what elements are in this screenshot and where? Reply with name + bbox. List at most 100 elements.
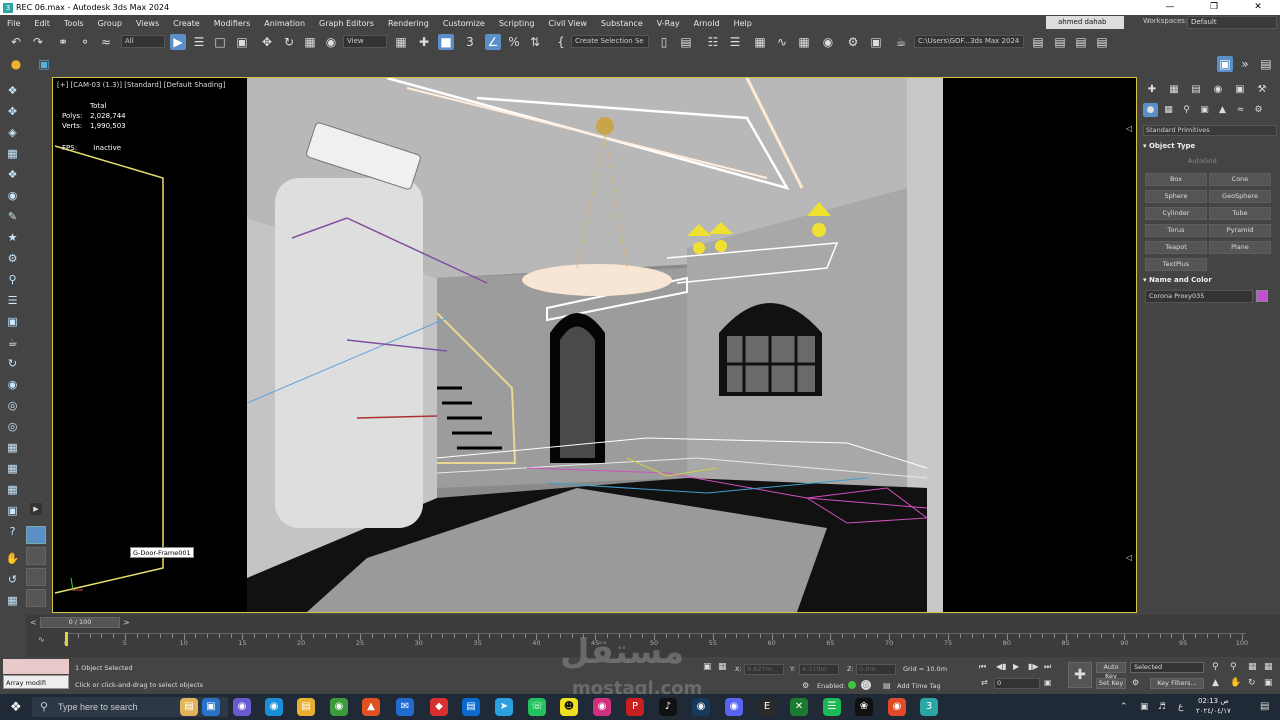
fov-icon[interactable]: ▲: [1212, 678, 1219, 688]
viewport-right-panel[interactable]: [943, 78, 1136, 612]
expand-icon[interactable]: »: [1237, 56, 1253, 72]
schematic-view-icon[interactable]: ▦: [796, 34, 812, 50]
spinner-snap-icon[interactable]: ⇅: [527, 34, 543, 50]
pivot-tool-icon[interactable]: ❖: [5, 167, 20, 182]
light-icon[interactable]: ★: [5, 230, 20, 245]
time-tag-icon[interactable]: ▤: [883, 681, 891, 690]
ribbon-toggle-icon[interactable]: ▦: [752, 34, 768, 50]
menu-customize[interactable]: Customize: [436, 19, 492, 28]
menu-animation[interactable]: Animation: [257, 19, 312, 28]
layout-tab-1[interactable]: [26, 526, 46, 544]
chatgpt-app-icon[interactable]: ❀: [855, 698, 873, 716]
cycle-icon[interactable]: ↻: [5, 356, 20, 371]
edit-poly-icon[interactable]: ▦: [5, 146, 20, 161]
whatsapp-app-icon[interactable]: ☏: [528, 698, 546, 716]
key-mode-dropdown[interactable]: Selected: [1130, 662, 1204, 673]
open-folder-icon[interactable]: ▤: [1030, 34, 1046, 50]
plane-button[interactable]: Plane: [1209, 241, 1271, 254]
shapes-icon[interactable]: ▦: [1161, 103, 1176, 117]
store-app-icon[interactable]: ▤: [462, 698, 480, 716]
network-icon[interactable]: ▣: [1140, 702, 1149, 712]
close-button[interactable]: ✕: [1236, 0, 1280, 15]
name-color-rollout[interactable]: ▾ Name and Color: [1143, 276, 1275, 284]
menu-modifiers[interactable]: Modifiers: [207, 19, 258, 28]
menu-group[interactable]: Group: [91, 19, 129, 28]
hierarchy-tab-icon[interactable]: ▤: [1189, 83, 1203, 97]
textplus-button[interactable]: TextPlus: [1145, 258, 1207, 271]
windows-start-icon[interactable]: ❖: [10, 700, 22, 715]
pinterest-app-icon[interactable]: P: [626, 698, 644, 716]
bulb-icon[interactable]: ◎: [5, 419, 20, 434]
brave-app-icon[interactable]: ▲: [362, 698, 380, 716]
x-coordinate-field[interactable]: 8.627m: [744, 664, 784, 675]
list-tool-icon[interactable]: ☰: [5, 293, 20, 308]
pivot-center-icon[interactable]: ▦: [393, 34, 409, 50]
z-coordinate-field[interactable]: 0.0m: [856, 664, 896, 675]
gear-tool-icon[interactable]: ⚙: [5, 251, 20, 266]
key-icon[interactable]: ⚙: [1132, 678, 1139, 687]
box-button[interactable]: Box: [1145, 173, 1207, 186]
project-options-icon[interactable]: ▤: [1073, 34, 1089, 50]
tray-chevron-icon[interactable]: ⌃: [1120, 702, 1128, 712]
menu-civil-view[interactable]: Civil View: [541, 19, 594, 28]
set-key-button[interactable]: Set Key: [1096, 678, 1126, 689]
zoom-extents-all-icon[interactable]: ▦: [1264, 662, 1273, 672]
snapchat-app-icon[interactable]: ☻: [560, 698, 578, 716]
tiktok-app-icon[interactable]: ♪: [659, 698, 677, 716]
geosphere-button[interactable]: GeoSphere: [1209, 190, 1271, 203]
chrome-app-icon[interactable]: ◉: [330, 698, 348, 716]
folder-app-icon[interactable]: ▤: [180, 698, 198, 716]
lock-tool-icon[interactable]: ▣: [5, 314, 20, 329]
teapot-icon[interactable]: ☕: [5, 335, 20, 350]
teapot-button[interactable]: Teapot: [1145, 241, 1207, 254]
viewport-label[interactable]: [+] [CAM-03 (1.3)] [Standard] [Default S…: [57, 81, 225, 89]
user-account[interactable]: ahmed dahab: [1046, 16, 1124, 29]
menu-file[interactable]: File: [0, 19, 27, 28]
menu-rendering[interactable]: Rendering: [381, 19, 436, 28]
maximize-viewport-icon[interactable]: ▦: [5, 593, 20, 608]
zoom-all-icon[interactable]: ⚲: [1230, 662, 1237, 672]
photos-app-icon[interactable]: ◉: [888, 698, 906, 716]
orbit-icon[interactable]: ↺: [5, 572, 20, 587]
time-cursor[interactable]: [65, 632, 68, 646]
cone-button[interactable]: Cone: [1209, 173, 1271, 186]
y-coordinate-field[interactable]: 4.219m: [799, 664, 839, 675]
steam-app-icon[interactable]: ◉: [692, 698, 710, 716]
taskbar-search[interactable]: Type here to search: [32, 697, 228, 717]
layer-explorer-icon[interactable]: ☰: [727, 34, 743, 50]
time-prev-icon[interactable]: <: [30, 618, 37, 627]
render-tool-icon[interactable]: ◎: [5, 398, 20, 413]
angle-snap-icon[interactable]: ∠: [485, 34, 501, 50]
motion-tab-icon[interactable]: ◉: [1211, 83, 1225, 97]
sphere-tool-icon[interactable]: ◉: [5, 377, 20, 392]
view-icon[interactable]: ▦: [5, 461, 20, 476]
utilities-tab-icon[interactable]: ⚒: [1255, 83, 1269, 97]
epic-app-icon[interactable]: E: [758, 698, 776, 716]
taskbar-clock[interactable]: 02:13 ص ٢٠٢٤/٠٤/١٧: [1196, 696, 1231, 716]
menu-edit[interactable]: Edit: [27, 19, 57, 28]
grid-icon[interactable]: ▦: [5, 482, 20, 497]
layout-tab-4[interactable]: [26, 589, 46, 607]
go-to-end-icon[interactable]: ⏭: [1044, 662, 1051, 672]
outlook-app-icon[interactable]: ✉: [396, 698, 414, 716]
instagram-app-icon[interactable]: ◉: [593, 698, 611, 716]
unlink-icon[interactable]: ⚬: [77, 34, 93, 50]
anydesk-app-icon[interactable]: ◆: [430, 698, 448, 716]
bind-spacewarp-icon[interactable]: ≈: [98, 34, 114, 50]
create-tab-icon[interactable]: ✚: [1145, 83, 1159, 97]
isolate-toggle-icon[interactable]: ⓘ: [861, 680, 871, 690]
layout-tab-2[interactable]: [26, 547, 46, 565]
selection-filter-dropdown[interactable]: All: [121, 35, 165, 48]
prev-frame-icon[interactable]: ◀▮: [996, 662, 1007, 671]
modify-tab-icon[interactable]: ▦: [1167, 83, 1181, 97]
maxscript-listener[interactable]: [3, 659, 69, 674]
ref-coord-dropdown[interactable]: View: [343, 35, 387, 48]
command-panel-icon[interactable]: ▣: [1217, 56, 1233, 72]
menu-scripting[interactable]: Scripting: [492, 19, 542, 28]
autogrid-checkbox[interactable]: AutoGrid: [1188, 157, 1217, 165]
time-slider[interactable]: 0 / 100: [40, 617, 120, 628]
volume-icon[interactable]: ♬: [1158, 702, 1166, 712]
torus-button[interactable]: Torus: [1145, 224, 1207, 237]
window-crossing-icon[interactable]: ▣: [234, 34, 250, 50]
place-icon[interactable]: ◉: [323, 34, 339, 50]
